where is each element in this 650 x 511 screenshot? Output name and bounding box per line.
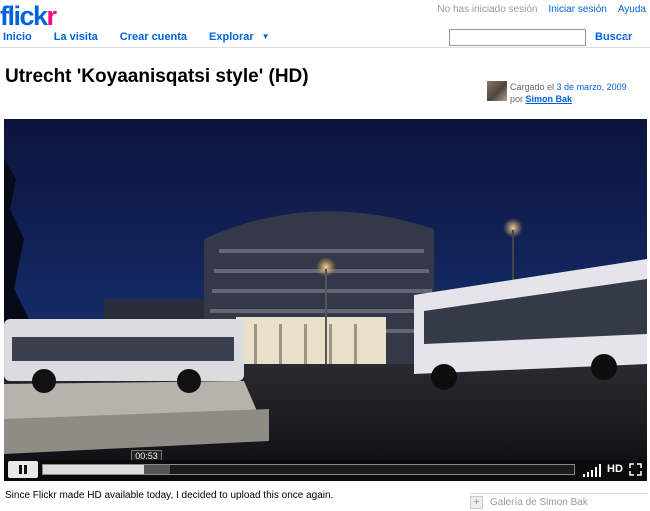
uploaded-prefix: Cargado el (510, 82, 555, 92)
hd-toggle[interactable]: HD (607, 463, 623, 475)
nav-signup[interactable]: Crear cuenta (120, 31, 187, 43)
help-link[interactable]: Ayuda (618, 4, 646, 15)
upload-date-link[interactable]: 3 de marzo, 2009 (557, 82, 627, 92)
photo-description: Since Flickr made HD available today, I … (5, 490, 334, 501)
nav-explore[interactable]: Explorar ▼ (209, 31, 270, 43)
gallery-link[interactable]: Galería de Simon Bak (490, 497, 588, 508)
by-prefix: por (510, 94, 524, 104)
chevron-down-icon[interactable]: ▼ (622, 33, 630, 42)
video-frame (4, 119, 647, 481)
volume-icon[interactable] (582, 463, 602, 477)
plus-icon[interactable]: + (470, 496, 483, 509)
video-player[interactable] (4, 119, 647, 481)
header-divider (0, 47, 650, 48)
progress-played (43, 465, 144, 474)
fullscreen-icon[interactable] (629, 463, 642, 476)
signed-out-text: No has iniciado sesión (437, 4, 538, 15)
avatar[interactable] (487, 81, 507, 101)
chevron-down-icon[interactable]: ▼ (262, 32, 270, 41)
uploader-link[interactable]: Simon Bak (526, 94, 573, 104)
nav-home[interactable]: Inicio (3, 31, 32, 43)
search-input[interactable] (449, 29, 586, 46)
flickr-logo[interactable]: flickr (0, 1, 57, 32)
progress-bar[interactable] (42, 464, 575, 475)
player-controls: HD (4, 460, 647, 480)
main-nav: Inicio La visita Crear cuenta Explorar ▼ (3, 31, 292, 43)
nav-tour[interactable]: La visita (54, 31, 98, 43)
account-nav: No has iniciado sesión Iniciar sesión Ay… (437, 4, 646, 15)
signin-link[interactable]: Iniciar sesión (548, 4, 606, 15)
page-title: Utrecht 'Koyaanisqatsi style' (HD) (5, 66, 309, 87)
uploader-info: Cargado el 3 de marzo, 2009 por Simon Ba… (510, 81, 627, 105)
pause-button[interactable] (8, 461, 38, 478)
